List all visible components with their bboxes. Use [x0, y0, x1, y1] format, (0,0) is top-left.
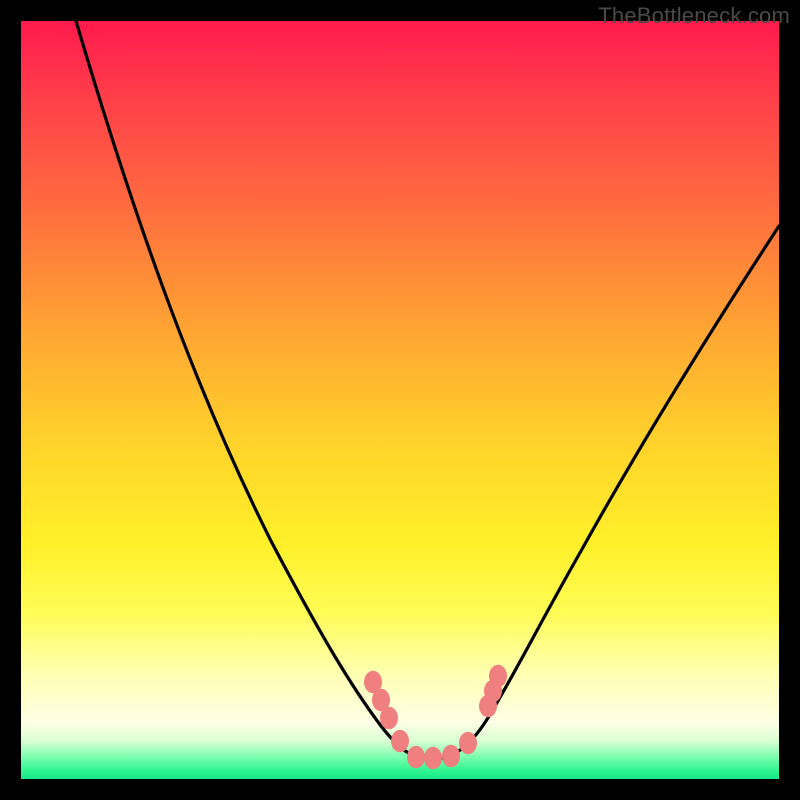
near-minimum-dots [364, 665, 507, 770]
outer-black-frame: TheBottleneck.com [0, 0, 800, 800]
marker-dot [459, 732, 477, 755]
marker-dot [391, 730, 409, 753]
marker-dot [442, 745, 460, 768]
chart-svg [21, 21, 779, 779]
marker-dot [489, 665, 507, 688]
watermark-text: TheBottleneck.com [598, 3, 790, 29]
bottleneck-curve [76, 21, 779, 759]
marker-dot [380, 707, 398, 730]
marker-dot [407, 746, 425, 769]
gradient-plot-area [21, 21, 779, 779]
marker-dot [424, 747, 442, 770]
